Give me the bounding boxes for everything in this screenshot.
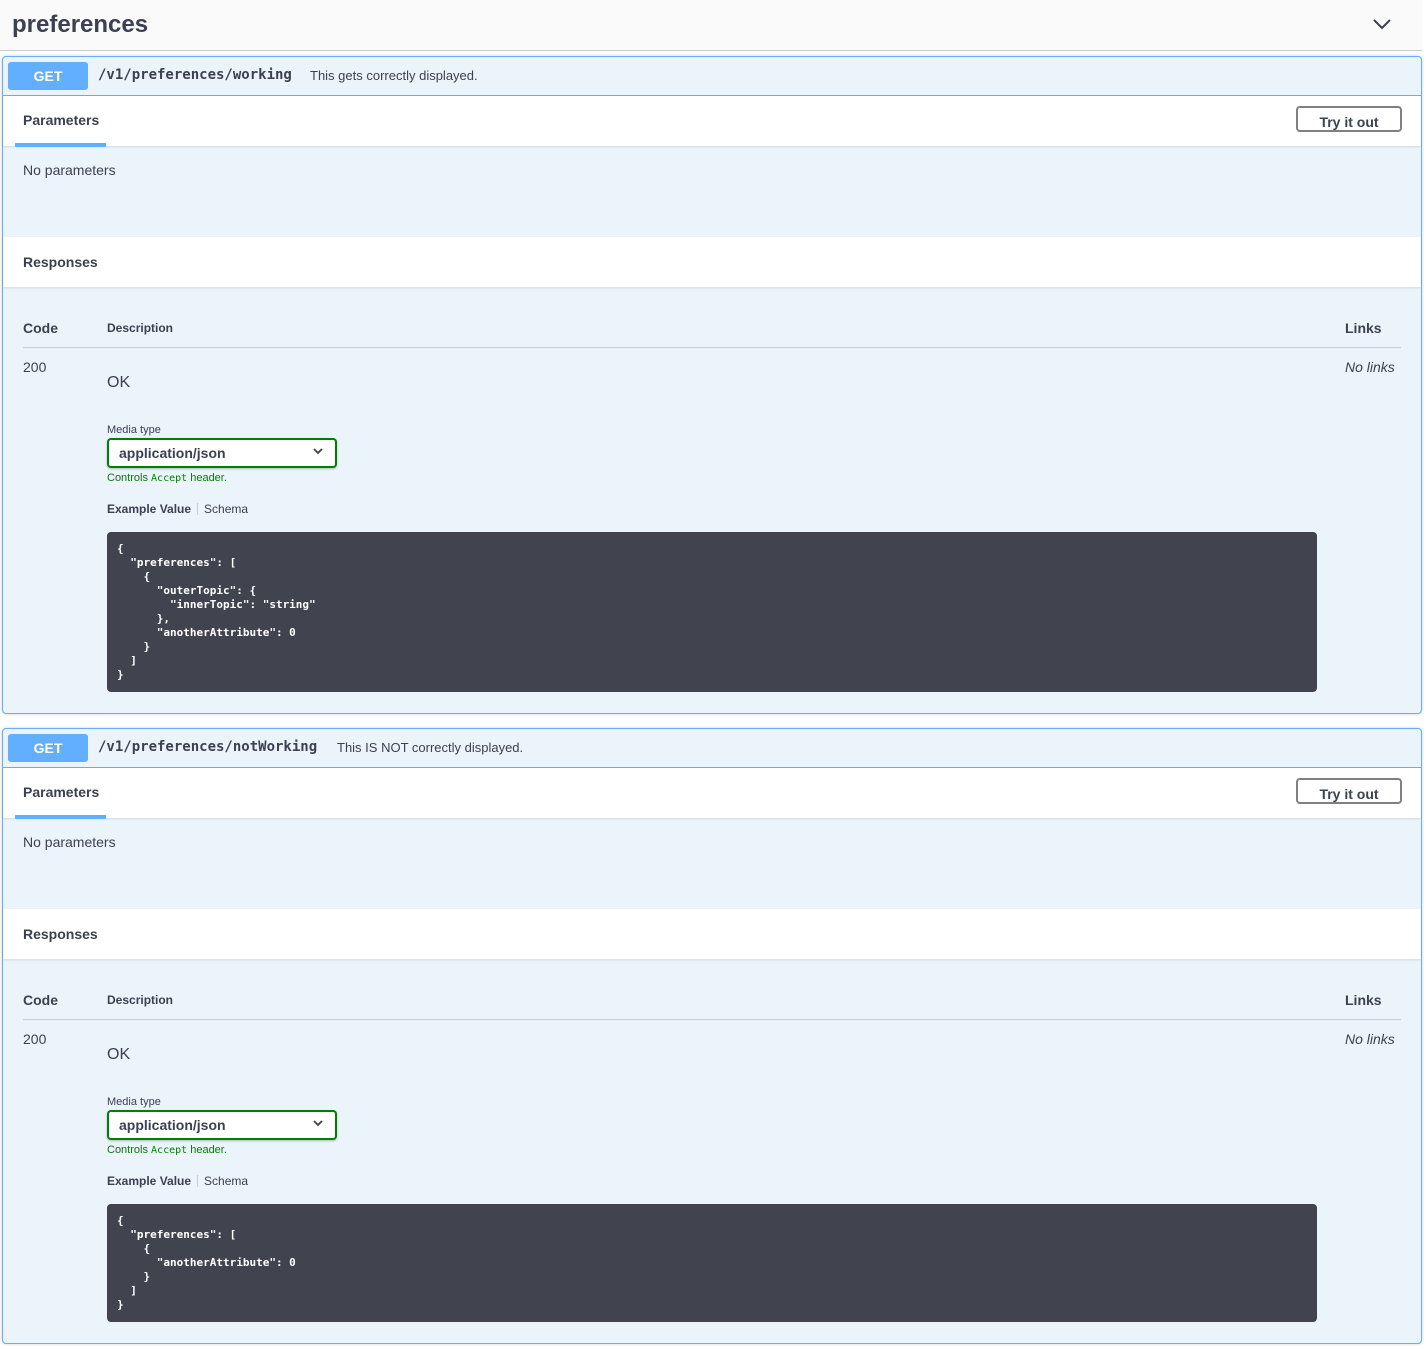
media-type-value: application/json xyxy=(119,1117,226,1133)
try-it-out-button[interactable]: Try it out xyxy=(1296,106,1402,132)
example-code-block: { "preferences": [ { "outerTopic": { "in… xyxy=(107,532,1317,692)
try-it-out-button[interactable]: Try it out xyxy=(1296,778,1402,804)
col-header-description: Description xyxy=(107,993,174,1007)
chevron-down-icon xyxy=(313,448,323,455)
tab-parameters-label: Parameters xyxy=(23,784,100,800)
example-json: { "preferences": [ { "anotherAttribute":… xyxy=(117,1214,296,1311)
tab-schema[interactable]: Schema xyxy=(204,1174,248,1188)
operation-summary: This gets correctly displayed. xyxy=(310,68,478,83)
tag-header[interactable]: preferences xyxy=(0,0,1422,51)
controls-accept-note: Controls Accept header. xyxy=(107,1144,227,1156)
example-json: { "preferences": [ { "outerTopic": { "in… xyxy=(117,542,316,681)
no-parameters-text: No parameters xyxy=(23,162,116,178)
example-tabs: Example Value Schema xyxy=(107,502,248,516)
col-header-description: Description xyxy=(107,321,174,335)
example-tabs: Example Value Schema xyxy=(107,1174,248,1188)
method-badge: GET xyxy=(8,734,88,762)
opblock-get-notworking: GET /v1/preferences/notWorking This IS N… xyxy=(2,728,1422,1344)
responses-header: Responses xyxy=(3,909,1421,959)
responses-header: Responses xyxy=(3,237,1421,287)
tag-title: preferences xyxy=(12,11,149,38)
response-code: 200 xyxy=(23,1031,47,1047)
chevron-down-icon[interactable] xyxy=(1372,16,1392,32)
tab-schema[interactable]: Schema xyxy=(204,502,248,516)
media-type-select[interactable]: application/json xyxy=(107,438,337,468)
table-divider xyxy=(23,1019,1401,1020)
tab-parameters-label: Parameters xyxy=(23,112,100,128)
col-header-code: Code xyxy=(23,320,58,336)
responses-title: Responses xyxy=(23,926,98,942)
operation-path: /v1/preferences/working xyxy=(98,67,292,83)
opblock-summary[interactable]: GET /v1/preferences/working This gets co… xyxy=(3,57,1421,96)
table-divider xyxy=(23,347,1401,348)
operation-summary: This IS NOT correctly displayed. xyxy=(337,740,524,755)
parameters-header: Parameters Try it out xyxy=(3,768,1421,819)
media-type-label: Media type xyxy=(107,1096,161,1108)
example-code-block: { "preferences": [ { "anotherAttribute":… xyxy=(107,1204,1317,1322)
tab-example-value[interactable]: Example Value xyxy=(107,502,191,516)
col-header-links: Links xyxy=(1345,320,1382,336)
responses-title: Responses xyxy=(23,254,98,270)
response-description: OK xyxy=(107,374,131,391)
opblock-get-working: GET /v1/preferences/working This gets co… xyxy=(2,56,1422,714)
tab-parameters[interactable]: Parameters xyxy=(15,96,106,147)
parameters-header: Parameters Try it out xyxy=(3,96,1421,147)
tab-parameters[interactable]: Parameters xyxy=(15,768,106,819)
method-badge: GET xyxy=(8,62,88,90)
response-links: No links xyxy=(1345,1031,1395,1047)
operation-path: /v1/preferences/notWorking xyxy=(98,739,318,755)
no-parameters-text: No parameters xyxy=(23,834,116,850)
response-code: 200 xyxy=(23,359,47,375)
col-header-code: Code xyxy=(23,992,58,1008)
opblock-summary[interactable]: GET /v1/preferences/notWorking This IS N… xyxy=(3,729,1421,768)
media-type-value: application/json xyxy=(119,445,226,461)
media-type-select[interactable]: application/json xyxy=(107,1110,337,1140)
controls-accept-note: Controls Accept header. xyxy=(107,472,227,484)
tab-example-value[interactable]: Example Value xyxy=(107,1174,191,1188)
chevron-down-icon xyxy=(313,1120,323,1127)
response-links: No links xyxy=(1345,359,1395,375)
response-description: OK xyxy=(107,1046,131,1063)
col-header-links: Links xyxy=(1345,992,1382,1008)
media-type-label: Media type xyxy=(107,424,161,436)
